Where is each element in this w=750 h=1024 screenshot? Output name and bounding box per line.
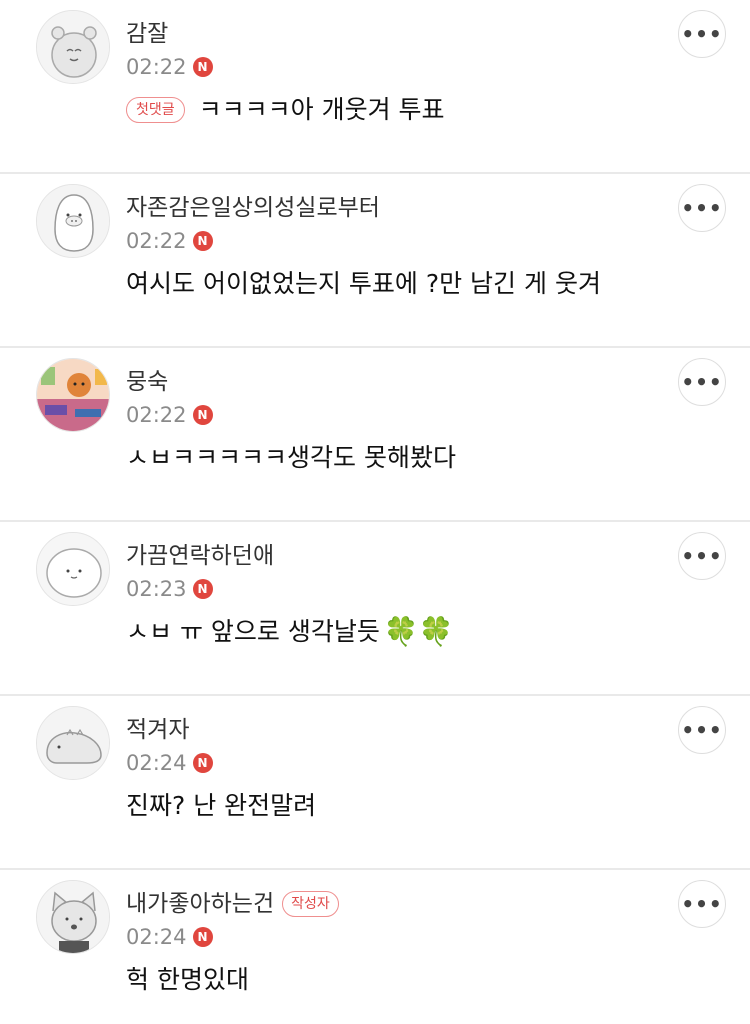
- timestamp: 02:22: [126, 403, 187, 427]
- comment-meta: 02:24 N: [126, 748, 213, 778]
- new-badge: N: [192, 57, 213, 77]
- comment-text: 여시도 어이없었는지 투표에 ?만 남긴 게 웃겨: [126, 269, 601, 298]
- comment-item: 뭉숙 02:22 N ㅅㅂㅋㅋㅋㅋㅋ생각도 못해봤다 •••: [0, 348, 750, 522]
- timestamp: 02:24: [126, 925, 187, 949]
- author-name[interactable]: 가끔연락하던애: [126, 540, 274, 572]
- timestamp: 02:22: [126, 229, 187, 253]
- comment-body: 첫댓글 ㅋㅋㅋㅋ아 개웃겨 투표: [126, 88, 445, 132]
- comment-body: ㅅㅂ ㅠ 앞으로 생각날듯 🍀🍀: [126, 610, 454, 654]
- clover-emoji-icon: 🍀🍀: [383, 615, 454, 648]
- comment-body: 진짜? 난 완전말려: [126, 784, 316, 828]
- comment-text: 진짜? 난 완전말려: [126, 791, 317, 820]
- comment-text: 헉 한명있대: [126, 965, 249, 994]
- rice-cake-avatar-icon[interactable]: [36, 532, 110, 606]
- new-badge: N: [192, 753, 213, 773]
- comment-item: 가끔연락하던애 02:23 N ㅅㅂ ㅠ 앞으로 생각날듯 🍀🍀 •••: [0, 522, 750, 696]
- timestamp: 02:24: [126, 751, 187, 775]
- author-badge: 작성자: [282, 891, 339, 917]
- more-options-button[interactable]: •••: [678, 532, 726, 580]
- more-options-button[interactable]: •••: [678, 358, 726, 406]
- comment-item: 내가좋아하는건 작성자 02:24 N 헉 한명있대 •••: [0, 870, 750, 1024]
- comment-meta: 02:22 N: [126, 226, 213, 256]
- more-icon: •••: [681, 370, 723, 394]
- more-options-button[interactable]: •••: [678, 184, 726, 232]
- more-icon: •••: [681, 892, 723, 916]
- timestamp: 02:23: [126, 577, 187, 601]
- new-badge: N: [192, 231, 213, 251]
- comment-body: 헉 한명있대: [126, 958, 249, 1002]
- comment-meta: 02:24 N: [126, 922, 213, 952]
- comment-item: 자존감은일상의성실로부터 02:22 N 여시도 어이없었는지 투표에 ?만 남…: [0, 174, 750, 348]
- comment-text: ㅅㅂㅋㅋㅋㅋㅋ생각도 못해봤다: [126, 443, 456, 472]
- more-icon: •••: [681, 22, 723, 46]
- comment-list: 감잘 02:22 N 첫댓글 ㅋㅋㅋㅋ아 개웃겨 투표 ••• 자존감은일상의성…: [0, 0, 750, 1024]
- timestamp: 02:22: [126, 55, 187, 79]
- comment-item: 감잘 02:22 N 첫댓글 ㅋㅋㅋㅋ아 개웃겨 투표 •••: [0, 0, 750, 174]
- comment-body: 여시도 어이없었는지 투표에 ?만 남긴 게 웃겨: [126, 262, 601, 306]
- new-badge: N: [192, 579, 213, 599]
- author-name[interactable]: 적겨자: [126, 714, 189, 746]
- more-options-button[interactable]: •••: [678, 706, 726, 754]
- dino-avatar-icon[interactable]: [36, 706, 110, 780]
- comment-text: ㅋㅋㅋㅋ아 개웃겨 투표: [198, 95, 445, 124]
- new-badge: N: [192, 405, 213, 425]
- more-icon: •••: [681, 544, 723, 568]
- comment-text: ㅅㅂ ㅠ 앞으로 생각날듯: [126, 617, 380, 646]
- first-comment-badge: 첫댓글: [126, 97, 185, 123]
- more-options-button[interactable]: •••: [678, 880, 726, 928]
- more-icon: •••: [681, 196, 723, 220]
- author-name[interactable]: 내가좋아하는건 작성자: [126, 888, 339, 920]
- more-icon: •••: [681, 718, 723, 742]
- penguin-avatar-icon[interactable]: [36, 184, 110, 258]
- author-name[interactable]: 감잘: [126, 18, 168, 50]
- hamster-avatar-icon[interactable]: [36, 10, 110, 84]
- comment-item: 적겨자 02:24 N 진짜? 난 완전말려 •••: [0, 696, 750, 870]
- illustration-avatar-icon[interactable]: [36, 358, 110, 432]
- new-badge: N: [192, 927, 213, 947]
- author-name[interactable]: 뭉숙: [126, 366, 168, 398]
- comment-meta: 02:22 N: [126, 52, 213, 82]
- author-name[interactable]: 자존감은일상의성실로부터: [126, 192, 380, 224]
- comment-meta: 02:22 N: [126, 400, 213, 430]
- comment-meta: 02:23 N: [126, 574, 213, 604]
- cat-avatar-icon[interactable]: [36, 880, 110, 954]
- more-options-button[interactable]: •••: [678, 10, 726, 58]
- comment-body: ㅅㅂㅋㅋㅋㅋㅋ생각도 못해봤다: [126, 436, 456, 480]
